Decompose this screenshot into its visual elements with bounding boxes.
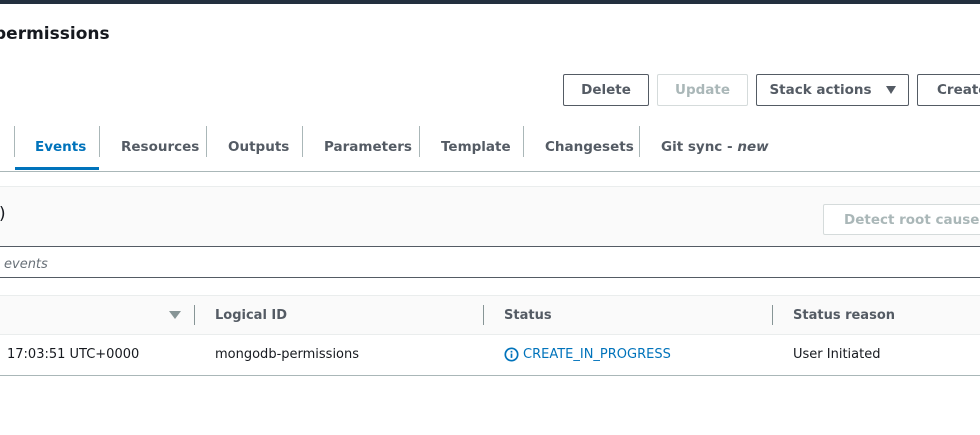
- tab-label: Git sync -: [661, 138, 738, 155]
- caret-down-icon: [885, 86, 896, 94]
- tab-git-sync[interactable]: Git sync - new: [661, 123, 769, 170]
- event-status-reason: User Initiated: [793, 347, 881, 362]
- tab-separator: [206, 126, 207, 157]
- update-button-label: Update: [674, 82, 730, 98]
- create-button[interactable]: Create: [917, 74, 980, 106]
- tab-separator: [99, 126, 100, 157]
- tab-changesets[interactable]: Changesets: [545, 123, 634, 170]
- column-header-logical-id[interactable]: Logical ID: [215, 308, 287, 323]
- update-button[interactable]: Update: [657, 74, 748, 106]
- tab-separator: [419, 126, 420, 157]
- tab-separator: [302, 126, 303, 157]
- tab-label: Changesets: [545, 138, 634, 155]
- page-title: permissions: [0, 24, 110, 44]
- delete-button-label: Delete: [581, 82, 631, 98]
- delete-button[interactable]: Delete: [563, 74, 649, 106]
- tab-bar: Events Resources Outputs Parameters Temp…: [0, 123, 980, 172]
- tab-parameters[interactable]: Parameters: [324, 123, 412, 170]
- search-placeholder: events: [4, 257, 48, 272]
- tab-separator: [639, 126, 640, 157]
- tab-label: Resources: [121, 138, 200, 155]
- stack-actions-button[interactable]: Stack actions: [756, 74, 909, 106]
- column-separator[interactable]: [194, 305, 195, 325]
- top-navigation-bar: [0, 0, 980, 4]
- column-separator[interactable]: [772, 305, 773, 325]
- event-logical-id: mongodb-permissions: [215, 347, 360, 362]
- event-status[interactable]: CREATE_IN_PROGRESS: [504, 347, 671, 362]
- tab-label: Parameters: [324, 138, 412, 155]
- tab-resources[interactable]: Resources: [121, 123, 199, 170]
- tab-separator: [523, 126, 524, 157]
- tab-outputs[interactable]: Outputs: [228, 123, 289, 170]
- events-panel-title: ): [0, 204, 6, 224]
- tab-template[interactable]: Template: [441, 123, 511, 170]
- detect-root-cause-button[interactable]: Detect root cause: [823, 204, 980, 235]
- create-button-label: Create: [937, 82, 980, 98]
- new-tag: new: [737, 138, 769, 155]
- tab-label: Template: [441, 138, 511, 155]
- event-status-text: CREATE_IN_PROGRESS: [523, 347, 671, 362]
- caret-down-icon[interactable]: [169, 311, 181, 319]
- info-circle-icon: [504, 347, 519, 362]
- column-header-status-reason[interactable]: Status reason: [793, 308, 895, 323]
- detect-root-cause-label: Detect root cause: [844, 211, 980, 228]
- tab-separator: [14, 126, 15, 157]
- column-header-status[interactable]: Status: [504, 308, 552, 323]
- tab-events[interactable]: Events: [35, 123, 86, 170]
- tab-label: Events: [35, 138, 87, 155]
- event-timestamp: 17:03:51 UTC+0000: [7, 347, 140, 362]
- events-search-input[interactable]: [0, 248, 980, 278]
- column-separator[interactable]: [483, 305, 484, 325]
- stack-actions-label: Stack actions: [769, 82, 872, 98]
- active-tab-indicator: [15, 167, 99, 170]
- tab-label: Outputs: [228, 138, 290, 155]
